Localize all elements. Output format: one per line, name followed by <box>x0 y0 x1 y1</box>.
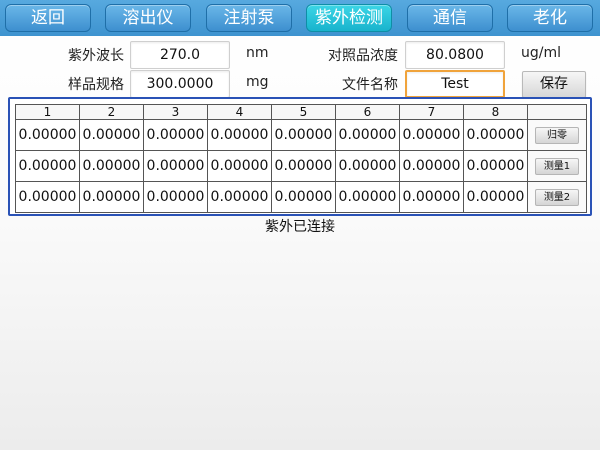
tab-communication[interactable]: 通信 <box>407 4 493 32</box>
table-row: 0.00000 0.00000 0.00000 0.00000 0.00000 … <box>15 119 587 151</box>
connection-status: 紫外已连接 <box>265 219 335 235</box>
sample-spec-field[interactable]: 300.0000 <box>130 70 230 98</box>
table-cell: 0.00000 <box>143 181 208 213</box>
back-tab[interactable]: 返回 <box>5 4 91 32</box>
ref-conc-unit: ug/ml <box>521 45 562 61</box>
filename-label: 文件名称 <box>342 77 398 93</box>
table-cell: 0.00000 <box>207 119 272 151</box>
table-cell: 0.00000 <box>79 119 144 151</box>
table-row: 0.00000 0.00000 0.00000 0.00000 0.00000 … <box>15 181 587 213</box>
wavelength-label: 紫外波长 <box>68 48 124 64</box>
column-header: 6 <box>335 104 400 120</box>
table-cell: 0.00000 <box>335 181 400 213</box>
table-cell: 0.00000 <box>15 181 80 213</box>
table-cell: 0.00000 <box>335 150 400 182</box>
table-cell: 0.00000 <box>271 150 336 182</box>
table-cell: 0.00000 <box>79 181 144 213</box>
table-cell: 0.00000 <box>15 119 80 151</box>
table-cell: 0.00000 <box>143 150 208 182</box>
table-cell: 0.00000 <box>271 119 336 151</box>
table-cell: 0.00000 <box>271 181 336 213</box>
table-cell: 0.00000 <box>463 150 528 182</box>
table-cell: 0.00000 <box>399 119 464 151</box>
tab-bar: 返回 溶出仪 注射泵 紫外检测 通信 老化 <box>0 0 600 36</box>
action-cell: 测量2 <box>527 181 587 213</box>
column-header: 7 <box>399 104 464 120</box>
column-header: 3 <box>143 104 208 120</box>
measure-2-button[interactable]: 测量2 <box>535 188 579 206</box>
wavelength-unit: nm <box>246 45 269 61</box>
sample-spec-label: 样品规格 <box>68 77 124 93</box>
tab-aging[interactable]: 老化 <box>507 4 593 32</box>
sample-spec-unit: mg <box>246 74 269 90</box>
column-header-action <box>527 104 587 120</box>
column-header: 1 <box>15 104 80 120</box>
filename-field[interactable]: Test <box>405 70 505 98</box>
wavelength-field[interactable]: 270.0 <box>130 41 230 69</box>
table-cell: 0.00000 <box>207 181 272 213</box>
zero-button[interactable]: 归零 <box>535 126 579 144</box>
table-cell: 0.00000 <box>335 119 400 151</box>
table-header-row: 1 2 3 4 5 6 7 8 <box>15 104 587 120</box>
table-row: 0.00000 0.00000 0.00000 0.00000 0.00000 … <box>15 150 587 182</box>
table-cell: 0.00000 <box>399 181 464 213</box>
tab-uv-detection[interactable]: 紫外检测 <box>306 4 392 32</box>
column-header: 4 <box>207 104 272 120</box>
table-cell: 0.00000 <box>207 150 272 182</box>
ref-conc-label: 对照品浓度 <box>328 48 398 64</box>
save-button[interactable]: 保存 <box>522 71 586 98</box>
action-cell: 归零 <box>527 119 587 151</box>
column-header: 5 <box>271 104 336 120</box>
table-cell: 0.00000 <box>143 119 208 151</box>
tab-syringe-pump[interactable]: 注射泵 <box>206 4 292 32</box>
table-cell: 0.00000 <box>15 150 80 182</box>
table-cell: 0.00000 <box>463 119 528 151</box>
column-header: 8 <box>463 104 528 120</box>
table-cell: 0.00000 <box>463 181 528 213</box>
action-cell: 测量1 <box>527 150 587 182</box>
results-table-frame: 1 2 3 4 5 6 7 8 0.00000 0.00000 0.00000 … <box>8 97 592 216</box>
results-table: 1 2 3 4 5 6 7 8 0.00000 0.00000 0.00000 … <box>15 104 587 213</box>
column-header: 2 <box>79 104 144 120</box>
measure-1-button[interactable]: 测量1 <box>535 157 579 175</box>
table-cell: 0.00000 <box>79 150 144 182</box>
tab-dissolution[interactable]: 溶出仪 <box>105 4 191 32</box>
table-cell: 0.00000 <box>399 150 464 182</box>
ref-conc-field[interactable]: 80.0800 <box>405 41 505 69</box>
